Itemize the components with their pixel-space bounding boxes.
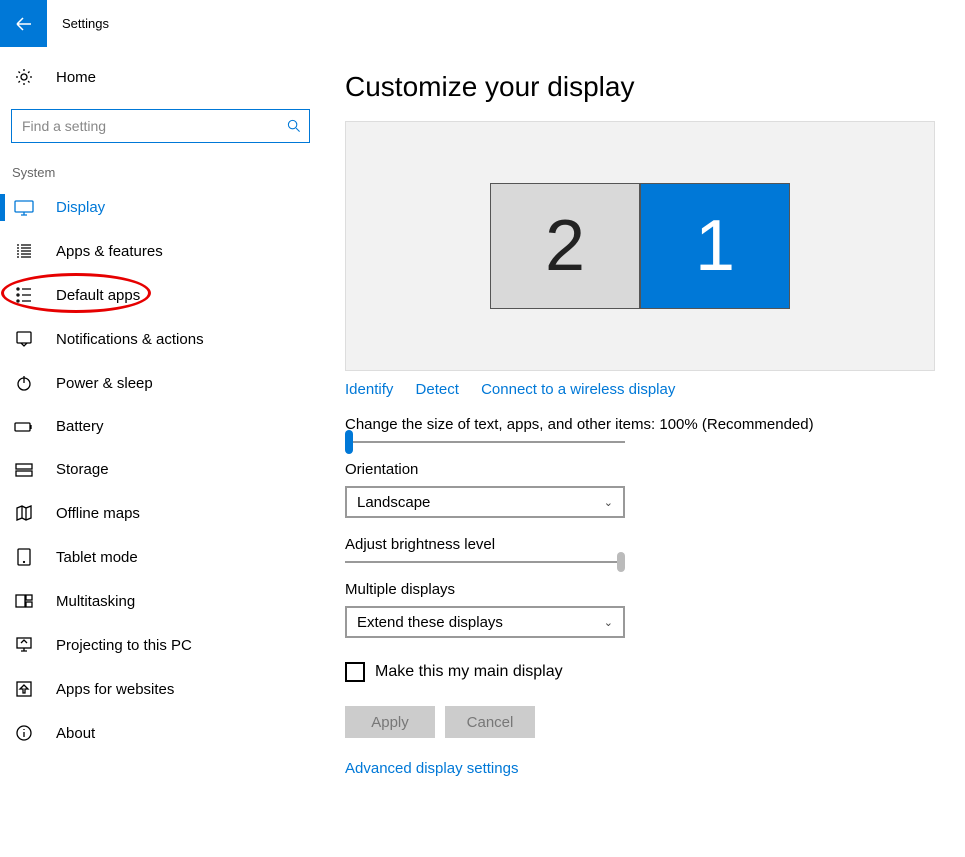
button-row: Apply Cancel: [345, 706, 965, 738]
multitask-icon: [14, 592, 34, 610]
sidebar-item-label: Notifications & actions: [56, 331, 204, 348]
gear-icon: [14, 67, 34, 87]
monitor-1[interactable]: 1: [640, 183, 790, 309]
search-input[interactable]: [20, 117, 287, 135]
sidebar-item-label: Default apps: [56, 287, 140, 304]
main-content: Customize your display 2 1 Identify Dete…: [345, 47, 965, 777]
sidebar-item-tablet-mode[interactable]: Tablet mode: [10, 535, 345, 579]
main-display-checkbox-row[interactable]: Make this my main display: [345, 662, 965, 682]
sidebar-item-label: Display: [56, 199, 105, 216]
sidebar-item-apps-features[interactable]: Apps & features: [10, 229, 345, 273]
search-icon: [287, 119, 301, 133]
wireless-link[interactable]: Connect to a wireless display: [481, 381, 675, 398]
sidebar-section-label: System: [10, 155, 345, 186]
sidebar-home[interactable]: Home: [10, 57, 345, 97]
orientation-value: Landscape: [357, 494, 430, 511]
orientation-label: Orientation: [345, 461, 965, 478]
power-icon: [14, 374, 34, 392]
window-title: Settings: [47, 0, 109, 47]
sidebar-item-multitasking[interactable]: Multitasking: [10, 579, 345, 623]
sidebar-home-label: Home: [56, 69, 96, 86]
sidebar-item-label: Apps & features: [56, 243, 163, 260]
chevron-down-icon: ⌄: [604, 616, 613, 629]
cancel-button[interactable]: Cancel: [445, 706, 535, 738]
sidebar-item-label: Multitasking: [56, 593, 135, 610]
map-icon: [14, 504, 34, 522]
arrow-left-icon: [14, 14, 34, 34]
sidebar-item-default-apps[interactable]: Default apps: [10, 273, 345, 317]
sidebar-item-offline-maps[interactable]: Offline maps: [10, 491, 345, 535]
monitor-2[interactable]: 2: [490, 183, 640, 309]
sidebar-item-label: Projecting to this PC: [56, 637, 192, 654]
display-links: Identify Detect Connect to a wireless di…: [345, 381, 965, 398]
scale-label: Change the size of text, apps, and other…: [345, 416, 965, 433]
sidebar-item-label: Battery: [56, 418, 104, 435]
notifications-icon: [14, 330, 34, 348]
detect-link[interactable]: Detect: [416, 381, 459, 398]
main-display-checkbox[interactable]: [345, 662, 365, 682]
orientation-select[interactable]: Landscape ⌄: [345, 486, 625, 518]
tablet-icon: [14, 548, 34, 566]
sidebar: Home System Display Apps & features Defaul…: [0, 47, 345, 777]
sidebar-item-label: Power & sleep: [56, 375, 153, 392]
sidebar-item-notifications-actions[interactable]: Notifications & actions: [10, 317, 345, 361]
page-heading: Customize your display: [345, 71, 965, 103]
titlebar: Settings: [0, 0, 965, 47]
scale-slider-thumb[interactable]: [345, 430, 353, 454]
display-arrange-area[interactable]: 2 1: [345, 121, 935, 371]
sidebar-item-apps-for-websites[interactable]: Apps for websites: [10, 667, 345, 711]
sidebar-item-power-sleep[interactable]: Power & sleep: [10, 361, 345, 405]
sidebar-item-about[interactable]: About: [10, 711, 345, 755]
apps-icon: [14, 242, 34, 260]
multiple-value: Extend these displays: [357, 614, 503, 631]
sidebar-item-storage[interactable]: Storage: [10, 448, 345, 491]
display-icon: [14, 200, 34, 216]
advanced-settings-link[interactable]: Advanced display settings: [345, 760, 965, 777]
sidebar-item-display[interactable]: Display: [10, 186, 345, 229]
multiple-label: Multiple displays: [345, 581, 965, 598]
sidebar-item-label: Offline maps: [56, 505, 140, 522]
about-icon: [14, 724, 34, 742]
back-button[interactable]: [0, 0, 47, 47]
sidebar-item-label: Tablet mode: [56, 549, 138, 566]
apply-button[interactable]: Apply: [345, 706, 435, 738]
battery-icon: [14, 420, 34, 434]
sidebar-item-label: Storage: [56, 461, 109, 478]
brightness-slider[interactable]: [345, 561, 625, 563]
sidebar-item-label: Apps for websites: [56, 681, 174, 698]
brightness-label: Adjust brightness level: [345, 536, 965, 553]
brightness-slider-thumb[interactable]: [617, 552, 625, 572]
multiple-select[interactable]: Extend these displays ⌄: [345, 606, 625, 638]
scale-slider[interactable]: [345, 441, 625, 443]
sidebar-item-label: About: [56, 725, 95, 742]
main-display-label: Make this my main display: [375, 663, 563, 681]
sidebar-item-projecting-to-this-pc[interactable]: Projecting to this PC: [10, 623, 345, 667]
identify-link[interactable]: Identify: [345, 381, 393, 398]
project-icon: [14, 636, 34, 654]
search-input-wrap[interactable]: [11, 109, 310, 143]
default-apps-icon: [14, 286, 34, 304]
sidebar-item-battery[interactable]: Battery: [10, 405, 345, 448]
storage-icon: [14, 463, 34, 477]
chevron-down-icon: ⌄: [604, 496, 613, 509]
apps-web-icon: [14, 680, 34, 698]
